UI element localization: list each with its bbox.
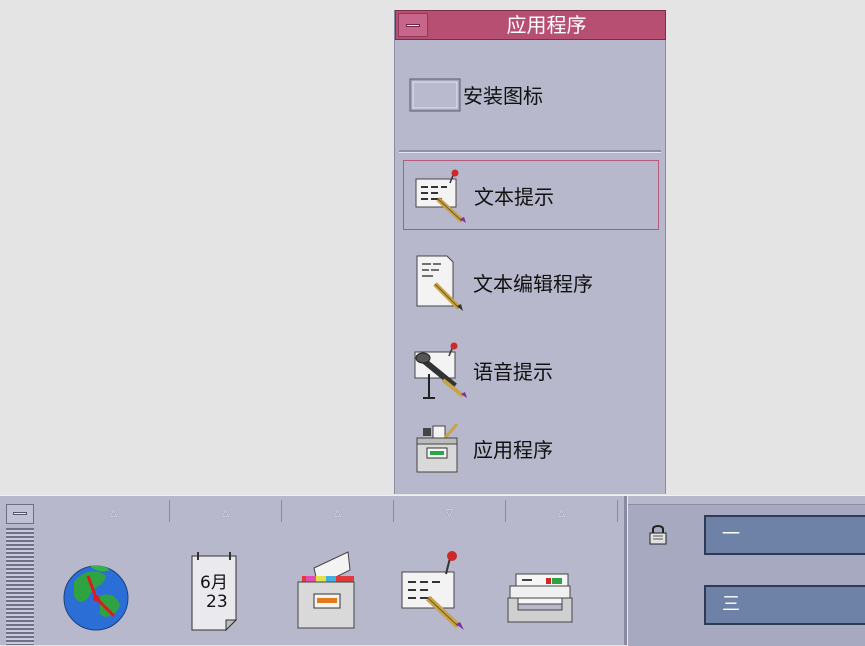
subpanel-item-text-editor[interactable]: 文本编辑程序 [403, 248, 659, 318]
subpanel-arrow-2[interactable]: △ [170, 500, 282, 522]
subpanel-arrow-4[interactable]: ▽ [394, 500, 506, 522]
lock-icon[interactable] [648, 523, 668, 545]
calendar-icon[interactable]: 6月 23 [186, 546, 258, 638]
workspace-button-1[interactable]: 一 [704, 515, 865, 555]
subpanel-item-text-note[interactable]: 文本提示 [403, 160, 659, 230]
arrow-up-icon: △ [557, 508, 566, 519]
workspace-button-3[interactable]: 三 [704, 585, 865, 625]
arrow-up-icon: △ [221, 508, 230, 519]
subpanel-item-label: 应用程序 [473, 438, 553, 462]
subpanel-item-label: 语音提示 [473, 360, 553, 384]
subpanel-item-label: 安装图标 [463, 84, 543, 108]
calendar-month: 6月 [200, 573, 228, 593]
text-note-icon[interactable] [398, 546, 470, 638]
subpanel-item-label: 文本编辑程序 [473, 272, 593, 296]
subpanel-arrow-3[interactable]: △ [282, 500, 394, 522]
minimize-icon [406, 24, 420, 27]
mail-icon[interactable] [504, 546, 576, 638]
subpanel-divider [399, 150, 661, 153]
arrow-up-icon: △ [109, 508, 118, 519]
subpanel-item-label: 文本提示 [474, 185, 554, 209]
text-note-icon [415, 169, 466, 223]
voice-note-icon [414, 342, 467, 399]
calendar-day: 23 [206, 592, 228, 612]
file-manager-icon[interactable] [292, 546, 364, 638]
subpanel-arrow-1[interactable]: △ [58, 500, 170, 522]
applications-subpanel: 应用程序 安装图标 文本提示 文本编辑程序 语音提示 应用程序 [394, 10, 666, 494]
front-panel: △ △ △ ▽ △ 6月 23 一 三 [0, 495, 865, 646]
install-icon-drop-zone[interactable] [409, 78, 461, 112]
arrow-down-icon: ▽ [445, 508, 454, 519]
install-icon-item[interactable]: 安装图标 [403, 60, 659, 130]
front-panel-menu-button[interactable] [6, 504, 34, 524]
arrow-up-icon: △ [333, 508, 342, 519]
clock-globe-icon[interactable] [60, 546, 132, 638]
workspace-switch: 一 三 [628, 504, 865, 646]
front-panel-drag-handle[interactable] [6, 528, 34, 645]
subpanel-title: 应用程序 [506, 13, 587, 37]
subpanel-close-button[interactable] [398, 13, 428, 37]
subpanel-title-bar[interactable]: 应用程序 [395, 10, 666, 40]
subpanel-item-applications[interactable]: 应用程序 [403, 414, 659, 484]
subpanel-arrow-5[interactable]: △ [506, 500, 618, 522]
minimize-icon [13, 512, 27, 515]
subpanel-item-voice-note[interactable]: 语音提示 [403, 336, 659, 406]
application-manager-icon [416, 423, 459, 473]
text-editor-icon [416, 255, 463, 311]
